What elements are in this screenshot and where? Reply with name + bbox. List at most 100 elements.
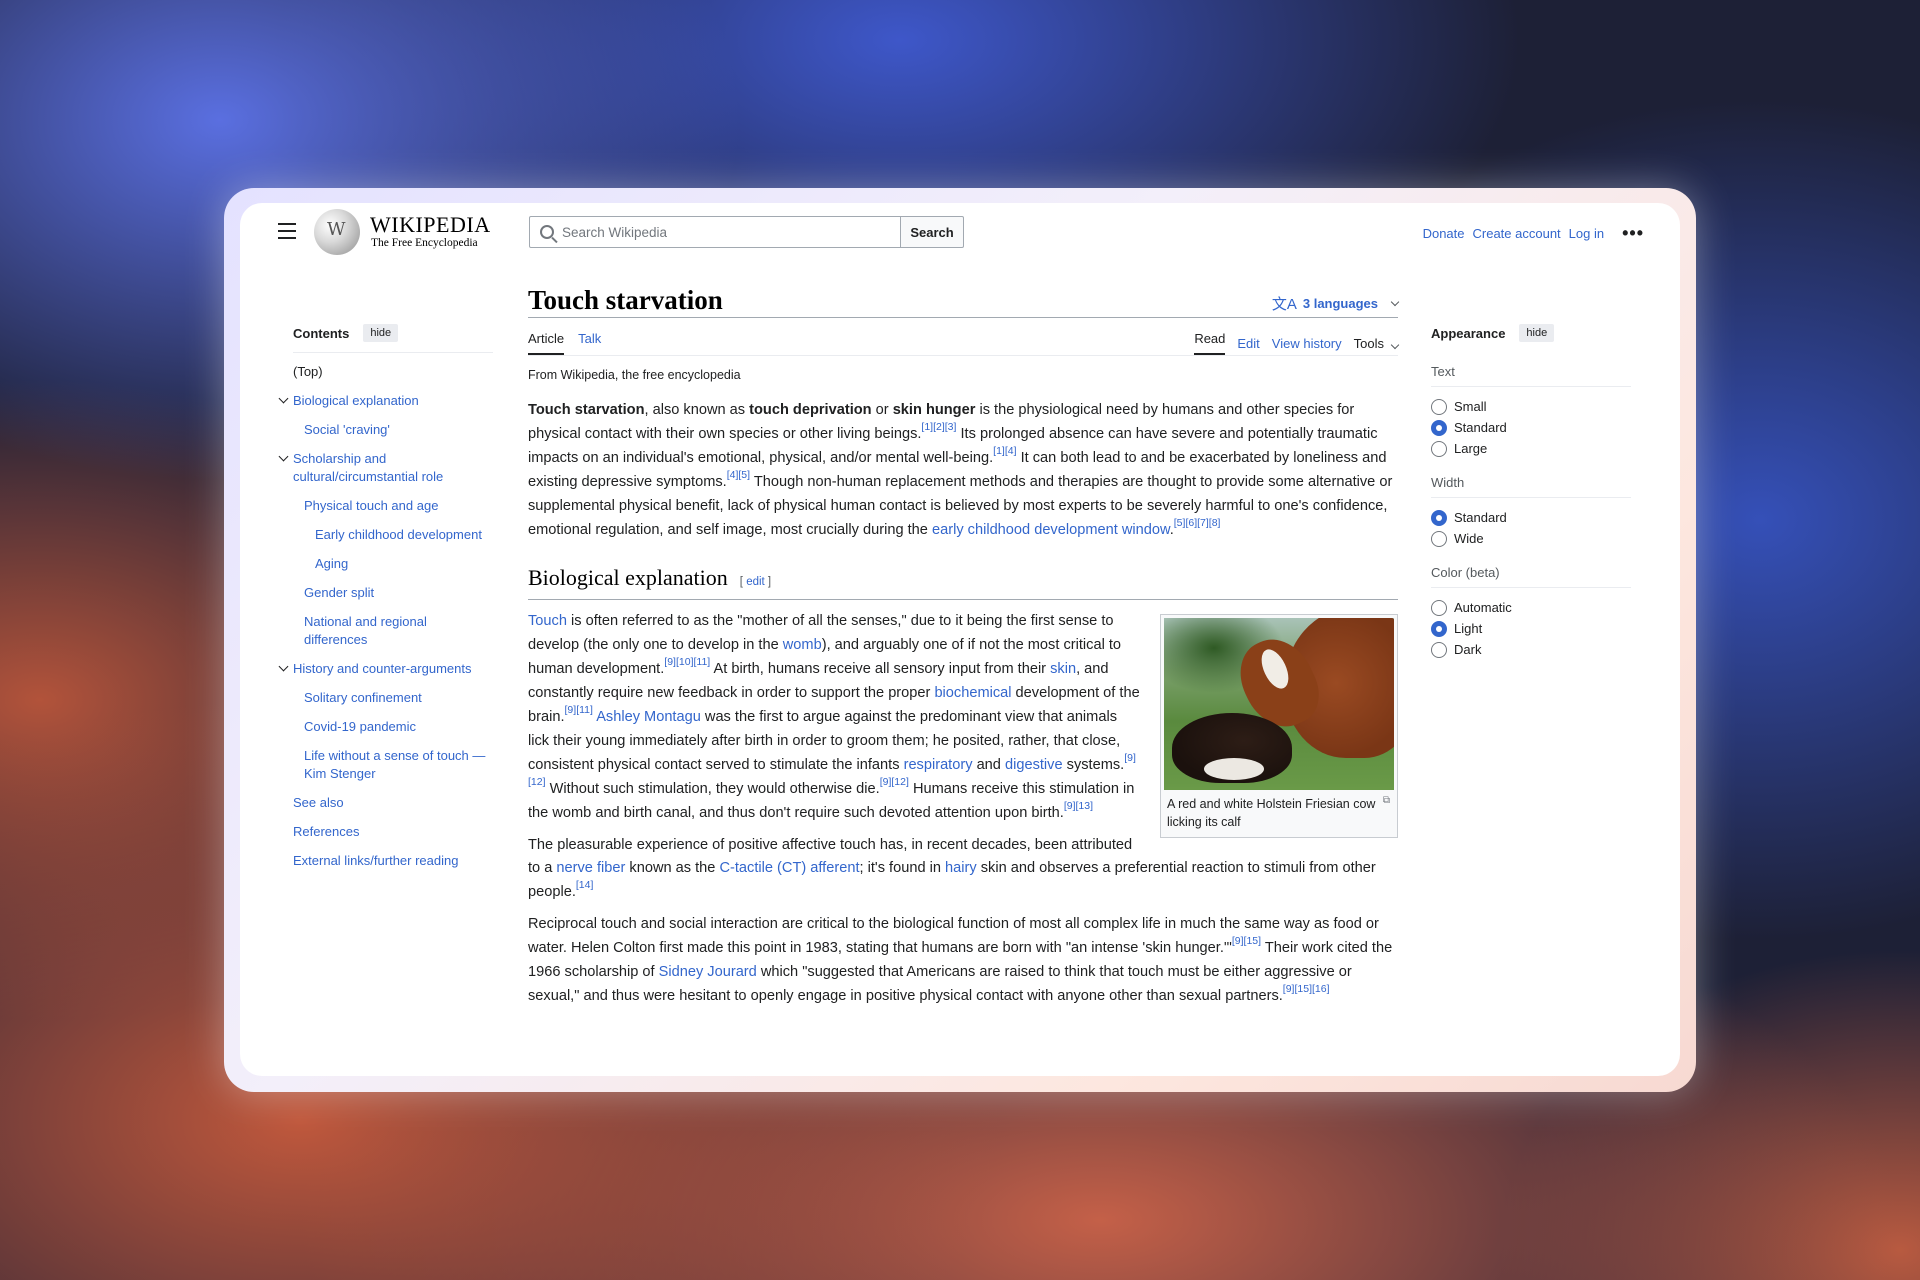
toc-item-early-childhood[interactable]: Early childhood development	[293, 526, 493, 544]
chevron-down-icon	[1390, 297, 1400, 307]
image-caption: ⧉ A red and white Holstein Friesian cow …	[1164, 790, 1394, 834]
search-box	[529, 216, 901, 248]
radio-label: Small	[1454, 399, 1487, 414]
link-nerve-fiber[interactable]: nerve fiber	[556, 860, 625, 876]
tab-edit[interactable]: Edit	[1237, 336, 1259, 351]
radio-button[interactable]	[1431, 620, 1447, 637]
radio-color-dark[interactable]: Dark	[1431, 639, 1631, 660]
link-digestive[interactable]: digestive	[1005, 757, 1063, 773]
toc-item-gender-split[interactable]: Gender split	[293, 584, 493, 602]
caption-text: A red and white Holstein Friesian cow li…	[1167, 797, 1376, 830]
donate-link[interactable]: Donate	[1423, 226, 1465, 241]
toc-item-label: National and regional differences	[304, 614, 427, 647]
link-hairy[interactable]: hairy	[945, 860, 977, 876]
search-input[interactable]	[562, 224, 882, 240]
tab-talk[interactable]: Talk	[578, 331, 601, 355]
radio-label: Dark	[1454, 642, 1482, 657]
radio-button[interactable]	[1431, 599, 1447, 616]
link-sidney-jourard[interactable]: Sidney Jourard	[659, 964, 757, 980]
radio-label: Wide	[1454, 531, 1484, 546]
section-edit-link[interactable]: [ edit ]	[740, 571, 771, 595]
toc-item-label: (Top)	[293, 364, 323, 379]
link-early-childhood[interactable]: early childhood development window	[932, 522, 1170, 538]
radio-width-standard[interactable]: Standard	[1431, 507, 1631, 528]
radio-text-large[interactable]: Large	[1431, 438, 1631, 459]
radio-text-standard[interactable]: Standard	[1431, 417, 1631, 438]
languages-button[interactable]: 文A 3 languages	[1271, 293, 1400, 314]
section-title: Biological explanation	[528, 565, 728, 591]
tab-read[interactable]: Read	[1194, 331, 1226, 355]
appearance-title: Appearance	[1431, 325, 1506, 341]
radio-button[interactable]	[1431, 641, 1447, 658]
appearance-panel: Appearance hide Text Small Standard Larg…	[1431, 324, 1631, 660]
article-body: Touch starvation, also known as touch de…	[528, 399, 1398, 1017]
link-respiratory[interactable]: respiratory	[904, 757, 973, 773]
wikipedia-wordmark[interactable]: WIKIPEDIA	[370, 212, 491, 238]
toc-item-history[interactable]: History and counter-arguments	[278, 660, 493, 678]
user-links: Donate Create account Log in •••	[1423, 223, 1644, 244]
link-ashley-montagu[interactable]: Ashley Montagu	[596, 709, 701, 725]
search-button[interactable]: Search	[900, 216, 964, 248]
toc-item-life-without-touch[interactable]: Life without a sense of touch — Kim Sten…	[293, 747, 493, 783]
radio-color-automatic[interactable]: Automatic	[1431, 597, 1631, 618]
radio-text-small[interactable]: Small	[1431, 396, 1631, 417]
section-heading: Biological explanation [ edit ]	[528, 565, 1398, 601]
table-of-contents: Contents hide (Top) Biological explanati…	[278, 324, 493, 881]
radio-button[interactable]	[1431, 509, 1447, 526]
tools-label: Tools	[1353, 335, 1384, 351]
edit-link-text[interactable]: edit	[746, 576, 765, 588]
toc-item-label: Early childhood development	[315, 527, 482, 542]
radio-button[interactable]	[1431, 530, 1447, 547]
link-womb[interactable]: womb	[783, 637, 822, 653]
language-icon: 文A	[1271, 296, 1297, 313]
toc-item-solitary-confinement[interactable]: Solitary confinement	[293, 689, 493, 707]
radio-color-light[interactable]: Light	[1431, 618, 1631, 639]
toc-item-biological-explanation[interactable]: Biological explanation	[278, 392, 493, 410]
tab-article[interactable]: Article	[528, 331, 565, 355]
main-menu-icon[interactable]	[278, 223, 296, 239]
toc-item-see-also[interactable]: See also	[293, 794, 493, 812]
color-label: Color (beta)	[1431, 565, 1631, 588]
toc-item-label: Physical touch and age	[304, 498, 439, 513]
wikipedia-tagline: The Free Encyclopedia	[371, 237, 478, 249]
toc-hide-button[interactable]: hide	[363, 324, 399, 342]
tabs-divider	[528, 355, 1398, 356]
tab-view-history[interactable]: View history	[1272, 336, 1342, 351]
body-paragraph: Reciprocal touch and social interaction …	[528, 916, 1393, 1004]
body-paragraph: The pleasurable experience of positive a…	[528, 836, 1376, 901]
link-biochemical[interactable]: biochemical	[934, 685, 1011, 701]
log-in-link[interactable]: Log in	[1569, 226, 1604, 241]
radio-button[interactable]	[1431, 419, 1447, 436]
more-options-icon[interactable]: •••	[1622, 223, 1644, 244]
toc-item-label: Life without a sense of touch — Kim Sten…	[304, 748, 486, 781]
toc-item-external-links[interactable]: External links/further reading	[293, 852, 493, 870]
chevron-down-icon[interactable]	[278, 661, 289, 672]
page-title: Touch starvation	[528, 285, 723, 315]
toc-item-top[interactable]: (Top)	[293, 363, 493, 381]
toc-item-aging[interactable]: Aging	[293, 555, 493, 573]
chevron-down-icon[interactable]	[278, 393, 289, 404]
toc-item-covid[interactable]: Covid-19 pandemic	[293, 718, 493, 736]
create-account-link[interactable]: Create account	[1473, 226, 1561, 241]
toc-item-national-regional[interactable]: National and regional differences	[293, 613, 493, 649]
enlarge-icon[interactable]: ⧉	[1383, 792, 1390, 810]
appearance-hide-button[interactable]: hide	[1519, 324, 1555, 342]
link-touch[interactable]: Touch	[528, 613, 567, 629]
toc-item-label: Scholarship and cultural/circumstantial …	[293, 451, 444, 484]
tools-menu[interactable]: Tools	[1353, 335, 1400, 351]
link-c-tactile[interactable]: C-tactile (CT) afferent	[719, 860, 859, 876]
cow-and-calf-photo[interactable]	[1164, 618, 1394, 791]
radio-button[interactable]	[1431, 398, 1447, 415]
wikipedia-globe-logo[interactable]	[314, 209, 360, 255]
site-sub: From Wikipedia, the free encyclopedia	[528, 368, 741, 382]
link-skin[interactable]: skin	[1050, 661, 1076, 677]
radio-width-wide[interactable]: Wide	[1431, 528, 1631, 549]
radio-button[interactable]	[1431, 440, 1447, 457]
toc-item-references[interactable]: References	[293, 823, 493, 841]
toc-item-scholarship[interactable]: Scholarship and cultural/circumstantial …	[278, 450, 493, 486]
toc-item-physical-touch-age[interactable]: Physical touch and age	[293, 497, 493, 515]
chevron-down-icon[interactable]	[278, 451, 289, 462]
toc-item-label: References	[293, 824, 360, 839]
toc-item-social-craving[interactable]: Social 'craving'	[293, 421, 493, 439]
toc-item-label: Gender split	[304, 585, 375, 600]
